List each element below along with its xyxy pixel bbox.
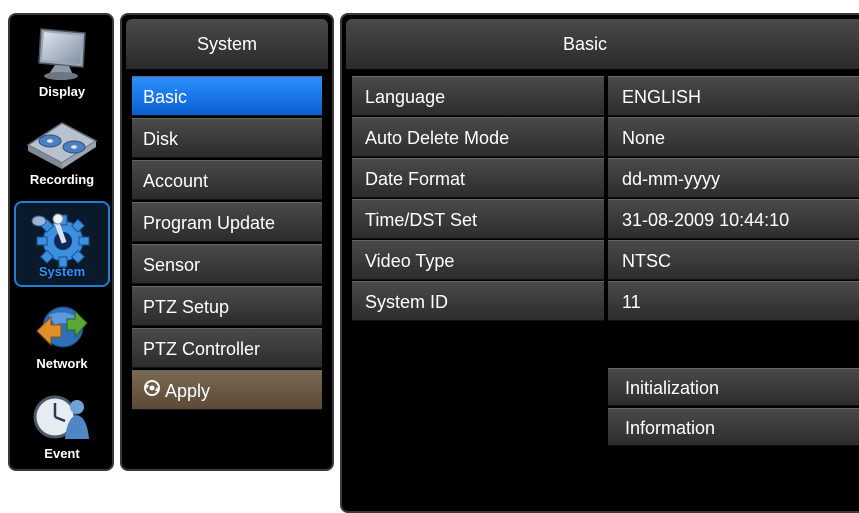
setting-row-system-id: System ID 11: [352, 281, 859, 321]
nav-network[interactable]: Network: [14, 291, 110, 377]
menu-item-basic[interactable]: Basic: [132, 76, 322, 116]
menu-title: System: [126, 19, 328, 69]
system-menu: System Basic Disk Account Program Update…: [120, 13, 334, 471]
setting-label: Video Type: [352, 240, 604, 280]
setting-label: System ID: [352, 281, 604, 321]
gear-joystick-icon: [31, 213, 90, 268]
setting-row-auto-delete: Auto Delete Mode None: [352, 117, 859, 157]
information-button[interactable]: Information: [608, 408, 859, 446]
clock-person-icon: [33, 395, 89, 439]
video-type-value[interactable]: NTSC: [608, 240, 859, 280]
date-format-value[interactable]: dd-mm-yyyy: [608, 158, 859, 198]
nav-display[interactable]: Display: [14, 19, 110, 105]
setting-label: Time/DST Set: [352, 199, 604, 239]
film-reel-icon: [26, 122, 98, 169]
menu-item-ptz-controller[interactable]: PTZ Controller: [132, 328, 322, 368]
language-value[interactable]: ENGLISH: [608, 76, 859, 116]
menu-item-ptz-setup[interactable]: PTZ Setup: [132, 286, 322, 326]
auto-delete-value[interactable]: None: [608, 117, 859, 157]
nav-network-label: Network: [36, 356, 88, 371]
menu-item-account[interactable]: Account: [132, 160, 322, 200]
setting-label: Language: [352, 76, 604, 116]
menu-item-program-update[interactable]: Program Update: [132, 202, 322, 242]
menu-item-disk[interactable]: Disk: [132, 118, 322, 158]
nav-recording[interactable]: Recording: [14, 107, 110, 193]
system-id-value[interactable]: 11: [608, 281, 859, 321]
nav-event[interactable]: Event: [14, 381, 110, 467]
setting-label: Auto Delete Mode: [352, 117, 604, 157]
monitor-icon: [38, 28, 86, 80]
basic-settings-panel: Basic Language ENGLISH Auto Delete Mode …: [340, 13, 859, 513]
menu-item-sensor[interactable]: Sensor: [132, 244, 322, 284]
nav-system-label: System: [38, 264, 86, 279]
time-dst-value[interactable]: 31-08-2009 10:44:10: [608, 199, 859, 239]
nav-system[interactable]: System: [14, 201, 110, 287]
setting-row-time-dst: Time/DST Set 31-08-2009 10:44:10: [352, 199, 859, 239]
initialization-button[interactable]: Initialization: [608, 368, 859, 406]
panel-title: Basic: [346, 19, 859, 69]
nav-display-label: Display: [38, 84, 86, 99]
setting-label: Date Format: [352, 158, 604, 198]
main-nav-bar: Display Recording System Network Event: [8, 13, 114, 471]
apply-icon: [143, 371, 161, 411]
setting-row-video-type: Video Type NTSC: [352, 240, 859, 280]
nav-event-label: Event: [44, 446, 80, 461]
nav-recording-label: Recording: [29, 172, 95, 187]
apply-label: Apply: [165, 381, 211, 401]
network-arrows-icon: [36, 306, 88, 348]
apply-button[interactable]: Apply: [132, 370, 322, 410]
setting-row-language: Language ENGLISH: [352, 76, 859, 116]
setting-row-date-format: Date Format dd-mm-yyyy: [352, 158, 859, 198]
